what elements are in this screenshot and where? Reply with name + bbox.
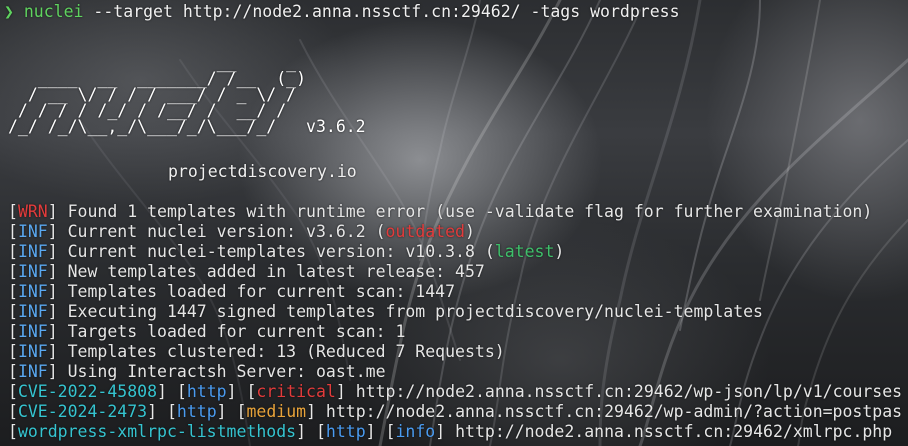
log-line: [INF] Templates clustered: 13 (Reduced 7… (8, 342, 505, 361)
log-level-tag: INF (17, 302, 48, 321)
log-level-tag: INF (17, 222, 48, 241)
result-protocol: http (186, 382, 227, 401)
result-url: http://node2.anna.nssctf.cn:29462/wp-adm… (316, 402, 903, 421)
result-protocol: http (176, 402, 217, 421)
command-line: ❯ nuclei --target http://node2.anna.nssc… (4, 2, 680, 22)
result-template-id: CVE-2024-2473 (17, 402, 148, 421)
log-message: Executing 1447 signed templates from pro… (57, 302, 763, 321)
prompt-icon: ❯ (4, 2, 14, 21)
log-message: Targets loaded for current scan: 1 (57, 322, 406, 341)
log-line: [WRN] Found 1 templates with runtime err… (8, 202, 873, 221)
log-line: [INF] Current nuclei version: v3.6.2 (ou… (8, 222, 475, 241)
result-url: http://node2.anna.nssctf.cn:29462/wp-jso… (345, 382, 903, 401)
result-template-id: CVE-2022-45808 (17, 382, 158, 401)
log-level-tag: WRN (17, 202, 48, 221)
log-message: Using Interactsh Server: oast.me (57, 362, 386, 381)
banner-site: projectdiscovery.io (168, 162, 357, 181)
banner-art-line: /_/ /_/\__,_/\___/_/\___/_/ v3.6.2 (8, 117, 366, 136)
log-line: [INF] Using Interactsh Server: oast.me (8, 362, 386, 381)
log-line: [INF] Templates loaded for current scan:… (8, 282, 456, 301)
log-suffix: ) (554, 242, 565, 261)
log-line: [INF] New templates added in latest rele… (8, 262, 485, 281)
result-url: http://node2.anna.nssctf.cn:29462/xmlrpc… (445, 422, 893, 441)
log-line: [INF] Current nuclei-templates version: … (8, 242, 565, 261)
log-message: New templates added in latest release: 4… (57, 262, 485, 281)
result-severity: info (395, 422, 436, 441)
version-status: latest (494, 242, 555, 261)
terminal-output: ❯ nuclei --target http://node2.anna.nssc… (0, 0, 908, 446)
result-line: [CVE-2024-2473] [http] [medium] http://n… (8, 402, 903, 421)
version-status: outdated (385, 222, 465, 241)
log-level-tag: INF (17, 342, 48, 361)
log-message: Current nuclei-templates version: v10.3.… (57, 242, 495, 261)
log-level-tag: INF (17, 282, 48, 301)
log-message: Current nuclei version: v3.6.2 ( (57, 222, 386, 241)
result-line: [wordpress-xmlrpc-listmethods] [http] [i… (8, 422, 893, 441)
result-line: [CVE-2022-45808] [http] [critical] http:… (8, 382, 903, 401)
log-message: Found 1 templates with runtime error (us… (57, 202, 873, 221)
log-line: [INF] Executing 1447 signed templates fr… (8, 302, 763, 321)
command-args: --target http://node2.anna.nssctf.cn:294… (83, 2, 680, 21)
log-message: Templates clustered: 13 (Reduced 7 Reque… (57, 342, 505, 361)
log-line: [INF] Targets loaded for current scan: 1 (8, 322, 406, 341)
log-suffix: ) (465, 222, 475, 241)
result-protocol: http (325, 422, 366, 441)
result-severity: critical (256, 382, 336, 401)
log-level-tag: INF (17, 262, 48, 281)
log-level-tag: INF (17, 362, 48, 381)
log-level-tag: INF (17, 242, 48, 261)
result-severity: medium (246, 402, 307, 421)
log-message: Templates loaded for current scan: 1447 (57, 282, 456, 301)
result-template-id: wordpress-xmlrpc-listmethods (17, 422, 297, 441)
command-binary: nuclei (23, 2, 84, 21)
log-level-tag: INF (17, 322, 48, 341)
